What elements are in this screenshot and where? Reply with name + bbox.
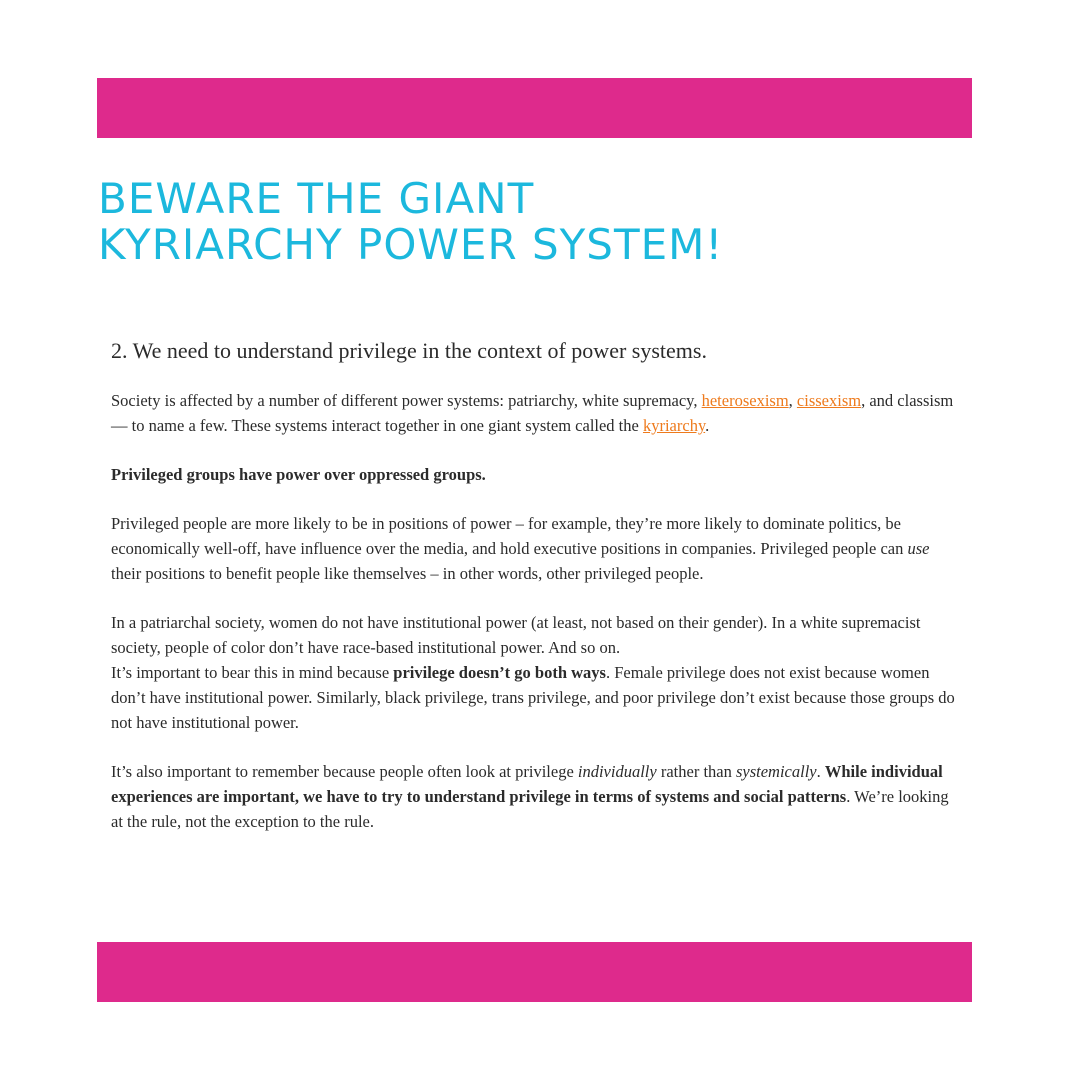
text: . [816,762,825,781]
top-banner [97,78,972,138]
text: . [705,416,710,435]
title-line-1: BEWARE THE GIANT [98,174,535,223]
heterosexism-link[interactable]: heterosexism [702,391,789,410]
emphasis: individually [577,762,657,781]
kyriarchy-link[interactable]: kyriarchy [643,416,705,435]
text: It’s also important to remember because … [111,762,578,781]
article-body: 2. We need to understand privilege in th… [111,336,956,858]
text: , [788,391,797,410]
bottom-banner [97,942,972,1002]
paragraph-privileged-groups: Privileged groups have power over oppres… [111,465,486,484]
text: In a patriarchal society, women do not h… [111,613,921,657]
text: rather than [656,762,736,781]
page-title: BEWARE THE GIANT KYRIARCHY POWER SYSTEM! [98,176,978,268]
text: their positions to benefit people like t… [111,564,704,583]
paragraph-systemic-view: It’s also important to remember because … [111,759,956,834]
emphasis: systemically [735,762,817,781]
emphasis: use [907,539,930,558]
text: Society is affected by a number of diffe… [111,391,702,410]
paragraph-power-systems: Society is affected by a number of diffe… [111,388,956,438]
section-heading: 2. We need to understand privilege in th… [111,338,707,363]
paragraph-institutional-power: In a patriarchal society, women do not h… [111,610,956,735]
bold-text: privilege doesn’t go both ways [393,663,606,682]
text: It’s important to bear this in mind beca… [111,663,394,682]
title-line-2: KYRIARCHY POWER SYSTEM! [98,220,724,269]
cissexism-link[interactable]: cissexism [797,391,861,410]
text: Privileged people are more likely to be … [111,514,908,558]
paragraph-positions-of-power: Privileged people are more likely to be … [111,511,956,586]
